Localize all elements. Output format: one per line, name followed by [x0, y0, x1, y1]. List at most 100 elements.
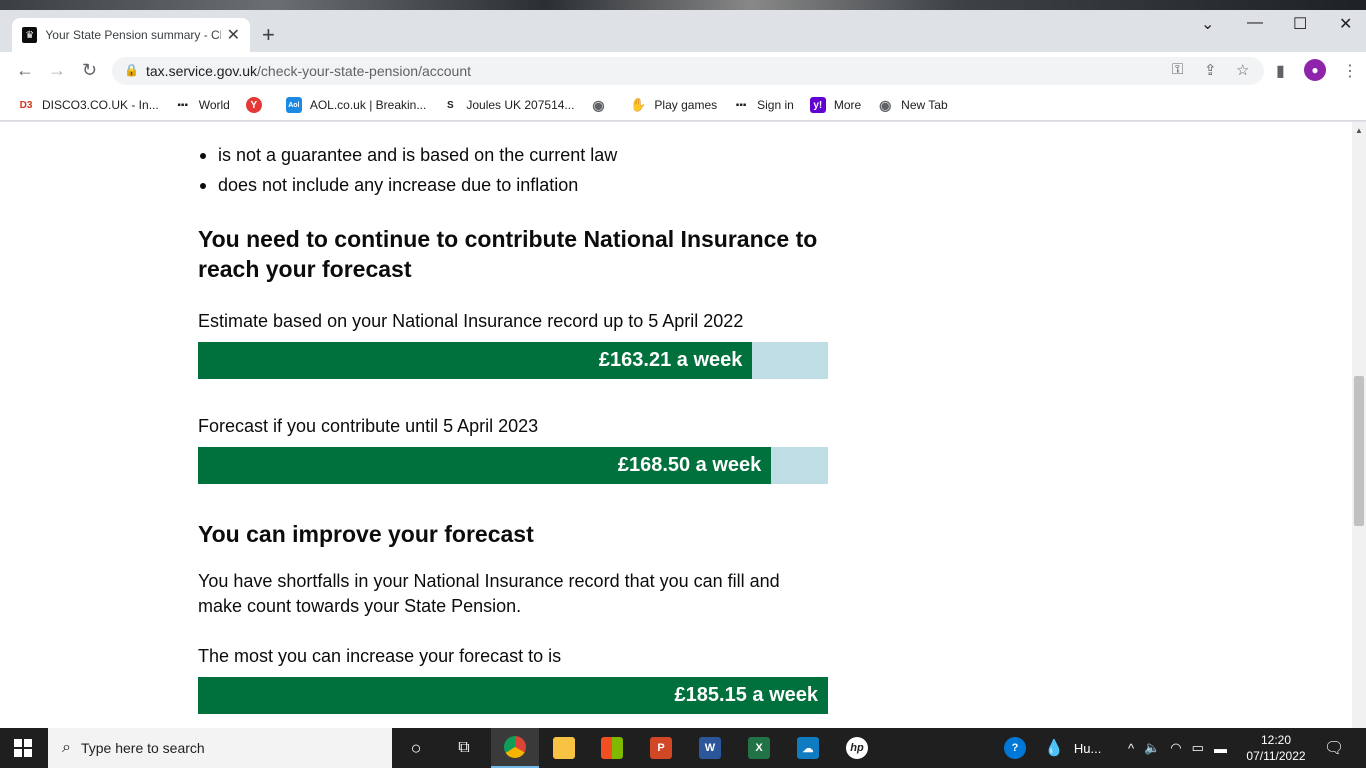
star-icon[interactable]: ☆	[1236, 61, 1249, 79]
close-window-button[interactable]: ✕	[1339, 14, 1352, 34]
shortfall-text: You have shortfalls in your National Ins…	[198, 571, 780, 616]
heading-improve-forecast: You can improve your forecast	[198, 521, 534, 547]
list-item: does not include any increase due to inf…	[198, 170, 617, 200]
disco3-icon: D3	[19, 99, 33, 111]
maximize-button[interactable]: ☐	[1293, 14, 1307, 34]
photos-icon: ☁	[797, 737, 819, 759]
weather-tray-item[interactable]: 💧 Hu...	[1044, 728, 1101, 768]
close-icon[interactable]: ✕	[227, 25, 240, 45]
bookmark-label: AOL.co.uk | Breakin...	[309, 98, 427, 112]
desktop-background-strip	[0, 0, 1366, 10]
taskbar-clock[interactable]: 12:20 07/11/2022	[1244, 732, 1308, 764]
forecast-label: Forecast if you contribute until 5 April…	[198, 416, 539, 436]
chevron-up-icon[interactable]: ^	[1128, 741, 1134, 756]
bookmark-aol[interactable]: Aol AOL.co.uk | Breakin...	[285, 97, 427, 113]
share-icon[interactable]: ⇪	[1204, 61, 1217, 79]
notification-icon: 🗨	[1324, 740, 1345, 757]
help-tray-item[interactable]: ?	[1004, 728, 1026, 768]
bookmark-joules[interactable]: S Joules UK 207514...	[442, 97, 574, 113]
cortana-button[interactable]: ○	[392, 728, 440, 768]
taskbar-chrome[interactable]	[491, 728, 539, 768]
globe-icon: ◉	[592, 96, 605, 113]
taskbar-excel[interactable]: X	[735, 728, 783, 768]
bookmark-new-tab[interactable]: ◉ New Tab	[877, 96, 948, 113]
bookmark-world[interactable]: ▪▪▪ World	[175, 97, 230, 113]
system-tray-icons: ^ 🔈 ◠ ▭ ▬	[1128, 728, 1227, 768]
key-icon[interactable]: ⚿	[1172, 61, 1183, 78]
url-path: /check-your-state-pension/account	[257, 63, 472, 79]
task-view-button[interactable]: ⧉	[440, 728, 488, 768]
tab-search-chevron-icon[interactable]: ⌄	[1201, 14, 1214, 34]
side-panel-icon[interactable]: ▮	[1276, 61, 1285, 81]
taskbar-store[interactable]	[588, 728, 636, 768]
bookmark-disco3[interactable]: D3 DISCO3.CO.UK - In...	[18, 97, 159, 113]
new-tab-button[interactable]: +	[262, 24, 275, 46]
taskbar-hp[interactable]: hp	[833, 728, 881, 768]
max-increase-label: The most you can increase your forecast …	[198, 646, 562, 666]
back-arrow-icon[interactable]: ←	[16, 60, 34, 81]
volume-icon[interactable]: 🔈	[1144, 740, 1160, 756]
notifications-button[interactable]: 🗨	[1324, 728, 1344, 768]
taskbar-search-box[interactable]: ⌕ Type here to search	[48, 728, 392, 768]
store-icon	[601, 737, 623, 759]
bookmark-label: World	[198, 98, 230, 112]
battery-icon[interactable]: ▬	[1214, 741, 1227, 756]
task-view-icon: ⧉	[458, 739, 470, 756]
taskbar-word[interactable]: W	[686, 728, 734, 768]
profile-avatar[interactable]: ●	[1304, 59, 1326, 81]
forecast-bar-fill: £168.50 a week	[198, 447, 772, 484]
excel-icon: X	[748, 737, 770, 759]
max-forecast-bar: £185.15 a week	[198, 677, 828, 714]
max-forecast-bar-fill: £185.15 a week	[198, 677, 828, 714]
forecast-caveats-list: is not a guarantee and is based on the c…	[198, 140, 617, 200]
chrome-icon	[504, 736, 526, 758]
taskbar-photos[interactable]: ☁	[784, 728, 832, 768]
reload-icon[interactable]: ↻	[82, 60, 97, 81]
forecast-bar: £168.50 a week	[198, 447, 828, 484]
hand-icon: ✋	[630, 97, 647, 112]
bookmark-sign-in[interactable]: ▪▪▪ Sign in	[733, 97, 794, 113]
joules-icon: S	[447, 99, 454, 111]
bookmark-red-icon[interactable]: Y	[245, 97, 270, 113]
taskbar-powerpoint[interactable]: P	[637, 728, 685, 768]
taskbar-file-explorer[interactable]	[540, 728, 588, 768]
minimize-button[interactable]: —	[1247, 14, 1263, 32]
bookmarks-bar: D3 DISCO3.CO.UK - In... ▪▪▪ World Y Aol …	[0, 90, 1366, 121]
url-domain: tax.service.gov.uk	[146, 63, 258, 79]
tab-title: Your State Pension summary - Ch	[45, 28, 221, 42]
bookmark-more[interactable]: y! More	[809, 97, 861, 113]
bookmark-label: Sign in	[757, 98, 794, 112]
bookmark-label: New Tab	[901, 98, 948, 112]
bookmark-play-games[interactable]: ✋ Play games	[630, 97, 717, 113]
estimate-bar-fill: £163.21 a week	[198, 342, 753, 379]
help-icon: ?	[1004, 737, 1026, 759]
lock-icon: 🔒	[124, 63, 139, 77]
display-icon[interactable]: ▭	[1192, 740, 1204, 756]
bookmark-label: Play games	[654, 98, 718, 112]
windows-start-icon[interactable]	[14, 739, 32, 757]
address-bar[interactable]: 🔒 tax.service.gov.uk/check-your-state-pe…	[112, 57, 1264, 85]
grid-icon: ▪▪▪	[735, 99, 747, 111]
clock-date: 07/11/2022	[1246, 749, 1306, 763]
bookmark-label: Joules UK 207514...	[466, 98, 575, 112]
browser-tab-active[interactable]: ♛ Your State Pension summary - Ch ✕	[12, 18, 250, 52]
search-icon: ⌕	[62, 739, 71, 756]
url-text[interactable]: tax.service.gov.uk/check-your-state-pens…	[146, 63, 471, 79]
hp-icon: hp	[846, 737, 868, 759]
scroll-up-arrow-icon[interactable]: ▲	[1355, 126, 1363, 135]
globe-icon: ◉	[879, 96, 892, 113]
forward-arrow-icon[interactable]: →	[48, 60, 66, 81]
powerpoint-icon: P	[650, 737, 672, 759]
menu-kebab-icon[interactable]: ⋮	[1342, 61, 1358, 81]
cortana-circle-icon: ○	[410, 737, 422, 758]
word-icon: W	[699, 737, 721, 759]
clock-time: 12:20	[1260, 733, 1292, 747]
wifi-icon[interactable]: ◠	[1170, 740, 1181, 756]
bookmark-globe[interactable]: ◉	[590, 97, 614, 113]
browser-toolbar: ← → ↻ 🔒 tax.service.gov.uk/check-your-st…	[0, 52, 1366, 90]
page-viewport: is not a guarantee and is based on the c…	[0, 122, 1352, 728]
scrollbar-thumb[interactable]	[1354, 376, 1364, 526]
aol-icon: Aol	[285, 97, 302, 113]
windows-taskbar: ⌕ Type here to search ○ ⧉ P W X ☁ hp ? 💧…	[0, 728, 1366, 768]
page-scrollbar[interactable]: ▲	[1352, 122, 1366, 728]
